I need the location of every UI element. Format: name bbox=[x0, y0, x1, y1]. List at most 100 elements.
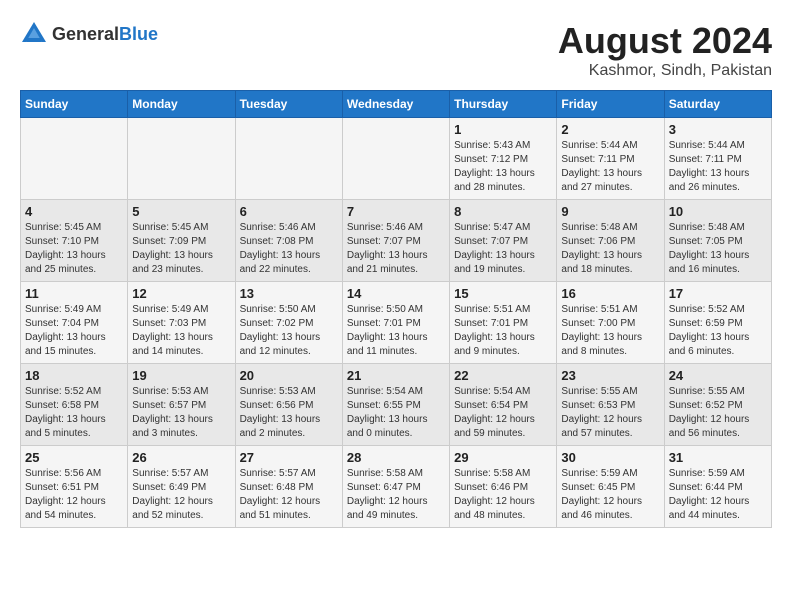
day-number: 15 bbox=[454, 286, 552, 301]
calendar-cell: 6 Sunrise: 5:46 AMSunset: 7:08 PMDaylight… bbox=[235, 200, 342, 282]
day-info: Sunrise: 5:58 AMSunset: 6:46 PMDaylight:… bbox=[454, 467, 552, 523]
calendar-week-5: 25Sunrise: 5:56 AMSunset: 6:51 PMDayligh… bbox=[21, 446, 772, 528]
calendar-cell: 23 Sunrise: 5:55 AMSunset: 6:53 PMDayligh… bbox=[557, 364, 664, 446]
calendar-cell: 28 Sunrise: 5:58 AMSunset: 6:47 PMDayligh… bbox=[342, 446, 449, 528]
calendar-cell: 12 Sunrise: 5:49 AMSunset: 7:03 PMDayligh… bbox=[128, 282, 235, 364]
day-number: 18 bbox=[25, 368, 123, 383]
calendar-cell: 30Sunrise: 5:59 AMSunset: 6:45 PMDayligh… bbox=[557, 446, 664, 528]
calendar-cell: 9 Sunrise: 5:48 AMSunset: 7:06 PMDaylight… bbox=[557, 200, 664, 282]
day-number: 14 bbox=[347, 286, 445, 301]
day-info: Sunrise: 5:44 AMSunset: 7:11 PMDaylight:… bbox=[561, 139, 659, 195]
weekday-header-sunday: Sunday bbox=[21, 91, 128, 118]
calendar-cell: 10 Sunrise: 5:48 AMSunset: 7:05 PMDayligh… bbox=[664, 200, 771, 282]
day-number: 19 bbox=[132, 368, 230, 383]
day-number: 20 bbox=[240, 368, 338, 383]
day-info: Sunrise: 5:48 AMSunset: 7:06 PMDaylight:… bbox=[561, 221, 659, 277]
calendar-cell: 20 Sunrise: 5:53 AMSunset: 6:56 PMDayligh… bbox=[235, 364, 342, 446]
calendar-cell: 4Sunrise: 5:45 AMSunset: 7:10 PMDaylight… bbox=[21, 200, 128, 282]
calendar-body: 1 Sunrise: 5:43 AMSunset: 7:12 PMDaylight… bbox=[21, 118, 772, 528]
day-number: 10 bbox=[669, 204, 767, 219]
calendar-cell: 25Sunrise: 5:56 AMSunset: 6:51 PMDayligh… bbox=[21, 446, 128, 528]
logo-icon bbox=[20, 20, 48, 48]
day-info: Sunrise: 5:51 AMSunset: 7:00 PMDaylight:… bbox=[561, 303, 659, 359]
logo: GeneralBlue bbox=[20, 20, 158, 48]
day-info: Sunrise: 5:58 AMSunset: 6:47 PMDaylight:… bbox=[347, 467, 445, 523]
weekday-header-tuesday: Tuesday bbox=[235, 91, 342, 118]
calendar-cell: 8Sunrise: 5:47 AMSunset: 7:07 PMDaylight… bbox=[450, 200, 557, 282]
day-info: Sunrise: 5:44 AMSunset: 7:11 PMDaylight:… bbox=[669, 139, 767, 195]
day-number: 12 bbox=[132, 286, 230, 301]
day-number: 29 bbox=[454, 450, 552, 465]
day-info: Sunrise: 5:53 AMSunset: 6:56 PMDaylight:… bbox=[240, 385, 338, 441]
calendar-cell: 22 Sunrise: 5:54 AMSunset: 6:54 PMDayligh… bbox=[450, 364, 557, 446]
day-info: Sunrise: 5:52 AMSunset: 6:59 PMDaylight:… bbox=[669, 303, 767, 359]
calendar-week-3: 11 Sunrise: 5:49 AMSunset: 7:04 PMDayligh… bbox=[21, 282, 772, 364]
day-info: Sunrise: 5:53 AMSunset: 6:57 PMDaylight:… bbox=[132, 385, 230, 441]
weekday-header-wednesday: Wednesday bbox=[342, 91, 449, 118]
calendar-cell: 11 Sunrise: 5:49 AMSunset: 7:04 PMDayligh… bbox=[21, 282, 128, 364]
calendar-table: SundayMondayTuesdayWednesdayThursdayFrid… bbox=[20, 90, 772, 528]
logo-text-blue: Blue bbox=[119, 24, 158, 44]
day-number: 9 bbox=[561, 204, 659, 219]
page-header: GeneralBlue August 2024 Kashmor, Sindh, … bbox=[20, 20, 772, 80]
calendar-cell bbox=[128, 118, 235, 200]
weekday-header-monday: Monday bbox=[128, 91, 235, 118]
day-number: 5 bbox=[132, 204, 230, 219]
calendar-cell: 31Sunrise: 5:59 AMSunset: 6:44 PMDayligh… bbox=[664, 446, 771, 528]
day-number: 7 bbox=[347, 204, 445, 219]
day-number: 28 bbox=[347, 450, 445, 465]
day-info: Sunrise: 5:47 AMSunset: 7:07 PMDaylight:… bbox=[454, 221, 552, 277]
calendar-cell: 16Sunrise: 5:51 AMSunset: 7:00 PMDayligh… bbox=[557, 282, 664, 364]
day-info: Sunrise: 5:59 AMSunset: 6:45 PMDaylight:… bbox=[561, 467, 659, 523]
weekday-header-row: SundayMondayTuesdayWednesdayThursdayFrid… bbox=[21, 91, 772, 118]
calendar-cell: 5 Sunrise: 5:45 AMSunset: 7:09 PMDaylight… bbox=[128, 200, 235, 282]
day-info: Sunrise: 5:57 AMSunset: 6:48 PMDaylight:… bbox=[240, 467, 338, 523]
weekday-header-thursday: Thursday bbox=[450, 91, 557, 118]
day-info: Sunrise: 5:56 AMSunset: 6:51 PMDaylight:… bbox=[25, 467, 123, 523]
day-info: Sunrise: 5:49 AMSunset: 7:03 PMDaylight:… bbox=[132, 303, 230, 359]
calendar-cell: 26Sunrise: 5:57 AMSunset: 6:49 PMDayligh… bbox=[128, 446, 235, 528]
month-year-title: August 2024 bbox=[558, 20, 772, 62]
day-number: 26 bbox=[132, 450, 230, 465]
day-info: Sunrise: 5:46 AMSunset: 7:08 PMDaylight:… bbox=[240, 221, 338, 277]
calendar-week-2: 4Sunrise: 5:45 AMSunset: 7:10 PMDaylight… bbox=[21, 200, 772, 282]
title-section: August 2024 Kashmor, Sindh, Pakistan bbox=[558, 20, 772, 80]
day-info: Sunrise: 5:55 AMSunset: 6:52 PMDaylight:… bbox=[669, 385, 767, 441]
day-info: Sunrise: 5:45 AMSunset: 7:09 PMDaylight:… bbox=[132, 221, 230, 277]
calendar-cell: 2 Sunrise: 5:44 AMSunset: 7:11 PMDaylight… bbox=[557, 118, 664, 200]
calendar-cell: 27Sunrise: 5:57 AMSunset: 6:48 PMDayligh… bbox=[235, 446, 342, 528]
calendar-cell bbox=[21, 118, 128, 200]
calendar-cell: 13Sunrise: 5:50 AMSunset: 7:02 PMDayligh… bbox=[235, 282, 342, 364]
day-number: 11 bbox=[25, 286, 123, 301]
location-subtitle: Kashmor, Sindh, Pakistan bbox=[558, 62, 772, 80]
day-number: 3 bbox=[669, 122, 767, 137]
day-number: 21 bbox=[347, 368, 445, 383]
logo-text-general: General bbox=[52, 24, 119, 44]
day-info: Sunrise: 5:55 AMSunset: 6:53 PMDaylight:… bbox=[561, 385, 659, 441]
day-info: Sunrise: 5:54 AMSunset: 6:54 PMDaylight:… bbox=[454, 385, 552, 441]
day-info: Sunrise: 5:46 AMSunset: 7:07 PMDaylight:… bbox=[347, 221, 445, 277]
day-number: 2 bbox=[561, 122, 659, 137]
day-number: 4 bbox=[25, 204, 123, 219]
weekday-header-friday: Friday bbox=[557, 91, 664, 118]
calendar-cell: 1 Sunrise: 5:43 AMSunset: 7:12 PMDaylight… bbox=[450, 118, 557, 200]
day-number: 13 bbox=[240, 286, 338, 301]
day-number: 24 bbox=[669, 368, 767, 383]
day-number: 22 bbox=[454, 368, 552, 383]
day-number: 23 bbox=[561, 368, 659, 383]
calendar-cell: 18 Sunrise: 5:52 AMSunset: 6:58 PMDayligh… bbox=[21, 364, 128, 446]
calendar-week-1: 1 Sunrise: 5:43 AMSunset: 7:12 PMDaylight… bbox=[21, 118, 772, 200]
calendar-cell: 17Sunrise: 5:52 AMSunset: 6:59 PMDayligh… bbox=[664, 282, 771, 364]
calendar-cell: 19 Sunrise: 5:53 AMSunset: 6:57 PMDayligh… bbox=[128, 364, 235, 446]
day-info: Sunrise: 5:49 AMSunset: 7:04 PMDaylight:… bbox=[25, 303, 123, 359]
day-info: Sunrise: 5:48 AMSunset: 7:05 PMDaylight:… bbox=[669, 221, 767, 277]
calendar-cell: 15Sunrise: 5:51 AMSunset: 7:01 PMDayligh… bbox=[450, 282, 557, 364]
calendar-cell: 3 Sunrise: 5:44 AMSunset: 7:11 PMDaylight… bbox=[664, 118, 771, 200]
day-number: 6 bbox=[240, 204, 338, 219]
day-info: Sunrise: 5:43 AMSunset: 7:12 PMDaylight:… bbox=[454, 139, 552, 195]
calendar-week-4: 18 Sunrise: 5:52 AMSunset: 6:58 PMDayligh… bbox=[21, 364, 772, 446]
day-number: 1 bbox=[454, 122, 552, 137]
day-info: Sunrise: 5:52 AMSunset: 6:58 PMDaylight:… bbox=[25, 385, 123, 441]
day-info: Sunrise: 5:50 AMSunset: 7:01 PMDaylight:… bbox=[347, 303, 445, 359]
day-number: 31 bbox=[669, 450, 767, 465]
